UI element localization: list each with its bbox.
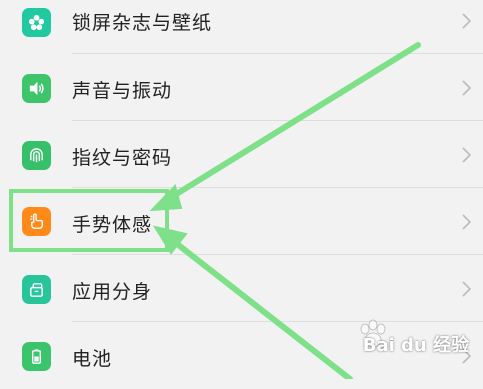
chevron-right-icon (461, 80, 472, 96)
chevron-right-icon (461, 281, 472, 297)
settings-item-app-clone[interactable]: 应用分身 (0, 256, 483, 322)
speaker-icon (22, 74, 51, 103)
divider (72, 120, 483, 121)
settings-item-label: 应用分身 (72, 281, 153, 303)
divider (72, 187, 483, 188)
app-clone-icon (22, 275, 51, 304)
chevron-right-icon (461, 147, 472, 163)
chevron-right-icon (461, 13, 472, 29)
divider (72, 254, 483, 255)
settings-item-label: 电池 (72, 348, 113, 370)
settings-item-label: 声音与振动 (72, 80, 173, 102)
divider (72, 53, 483, 54)
chevron-right-icon (461, 214, 472, 230)
settings-item-label: 锁屏杂志与壁纸 (72, 12, 213, 34)
highlight-box (9, 189, 169, 252)
settings-item-fingerprint-password[interactable]: 指纹与密码 (0, 122, 483, 188)
settings-item-lockscreen-magazine[interactable]: 锁屏杂志与壁纸 (0, 0, 483, 54)
flower-icon (22, 8, 51, 37)
settings-item-sound-vibration[interactable]: 声音与振动 (0, 55, 483, 121)
battery-icon (22, 342, 51, 371)
fingerprint-icon (22, 141, 51, 170)
settings-item-label: 指纹与密码 (72, 147, 173, 169)
watermark-text: Bai du 经验 (362, 335, 469, 356)
